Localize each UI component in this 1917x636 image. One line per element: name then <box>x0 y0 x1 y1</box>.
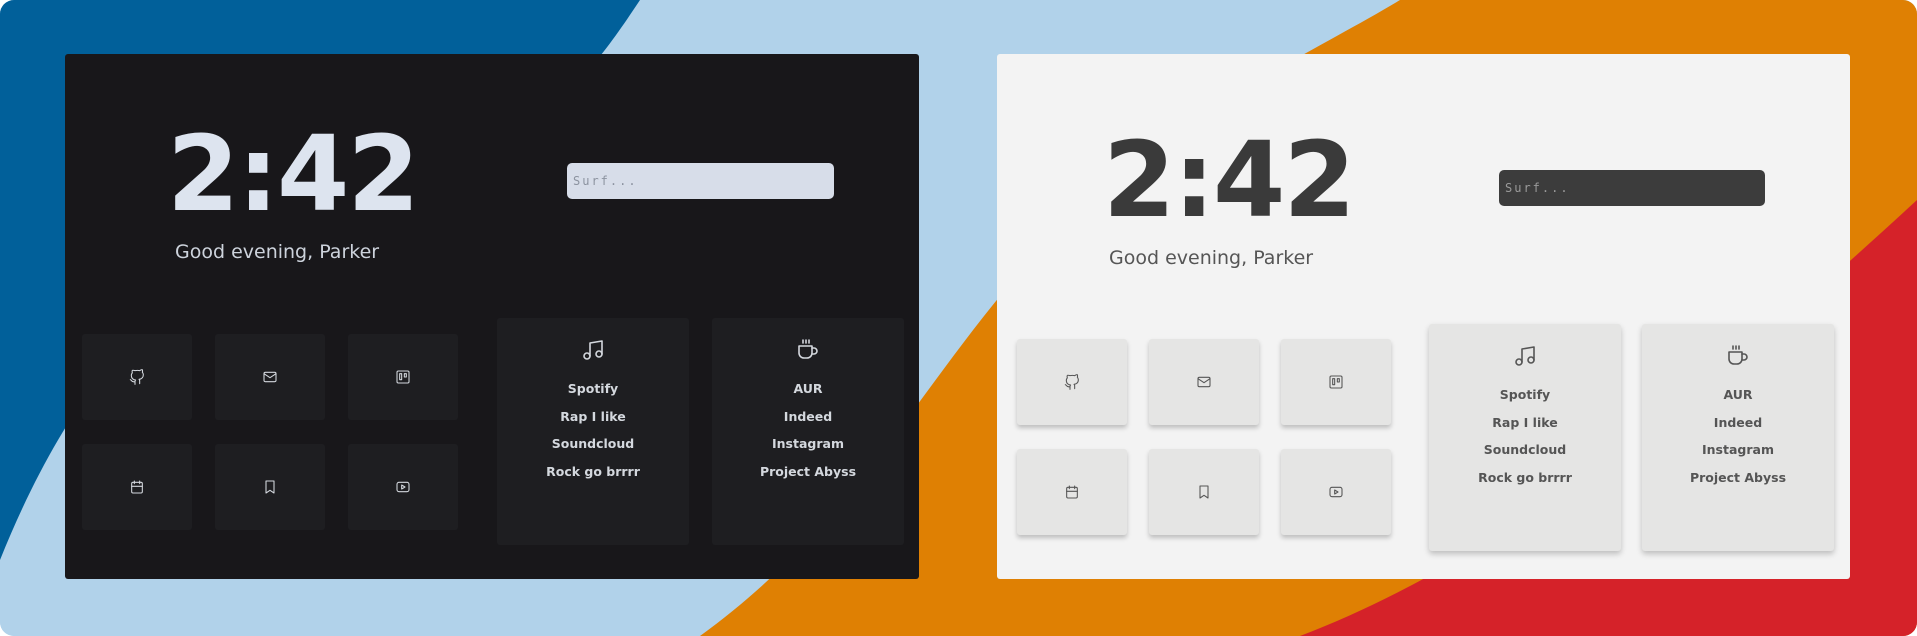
github-icon <box>129 369 144 385</box>
dark-theme-startpage: 2:42 Good evening, Parker Spotify Rap I … <box>65 54 919 579</box>
tile-calendar[interactable] <box>82 444 192 530</box>
bookmark-icon <box>1199 485 1209 499</box>
music-links-card: Spotify Rap I like Soundcloud Rock go br… <box>497 318 689 545</box>
search-input[interactable] <box>567 163 834 199</box>
tile-youtube[interactable] <box>1281 449 1391 535</box>
greeting: Good evening, Parker <box>175 241 380 263</box>
tile-mail[interactable] <box>1149 339 1259 425</box>
clock: 2:42 <box>167 113 420 235</box>
link-soundcloud[interactable]: Soundcloud <box>1429 436 1621 464</box>
music-links-card: Spotify Rap I like Soundcloud Rock go br… <box>1429 324 1621 551</box>
screenshot-frame: 2:42 Good evening, Parker Spotify Rap I … <box>0 0 1917 636</box>
search-input[interactable] <box>1499 170 1765 206</box>
link-rock-go-brrrr[interactable]: Rock go brrrr <box>497 458 689 486</box>
tile-github[interactable] <box>82 334 192 420</box>
light-theme-startpage: 2:42 Good evening, Parker Spotify Rap I … <box>997 54 1850 579</box>
youtube-icon <box>1329 486 1343 498</box>
link-soundcloud[interactable]: Soundcloud <box>497 430 689 458</box>
youtube-icon <box>396 481 410 493</box>
link-instagram[interactable]: Instagram <box>712 430 904 458</box>
link-aur[interactable]: AUR <box>712 375 904 403</box>
link-project-abyss[interactable]: Project Abyss <box>712 458 904 486</box>
trello-icon <box>396 370 410 384</box>
link-spotify[interactable]: Spotify <box>1429 381 1621 409</box>
link-rap-i-like[interactable]: Rap I like <box>497 403 689 431</box>
link-instagram[interactable]: Instagram <box>1642 436 1834 464</box>
tile-youtube[interactable] <box>348 444 458 530</box>
link-rap-i-like[interactable]: Rap I like <box>1429 409 1621 437</box>
mail-icon <box>263 371 277 383</box>
trello-icon <box>1329 375 1343 389</box>
link-spotify[interactable]: Spotify <box>497 375 689 403</box>
link-aur[interactable]: AUR <box>1642 381 1834 409</box>
clock: 2:42 <box>1103 119 1356 241</box>
music-icon <box>583 340 603 360</box>
dev-links-card: AUR Indeed Instagram Project Abyss <box>1642 324 1834 551</box>
dev-links-card: AUR Indeed Instagram Project Abyss <box>712 318 904 545</box>
greeting: Good evening, Parker <box>1109 247 1314 269</box>
link-rock-go-brrrr[interactable]: Rock go brrrr <box>1429 464 1621 492</box>
bookmark-icon <box>265 480 275 494</box>
calendar-icon <box>131 480 143 494</box>
link-project-abyss[interactable]: Project Abyss <box>1642 464 1834 492</box>
tile-bookmark[interactable] <box>1149 449 1259 535</box>
tile-trello[interactable] <box>348 334 458 420</box>
coffee-icon <box>1728 345 1748 365</box>
tile-bookmark[interactable] <box>215 444 325 530</box>
tile-github[interactable] <box>1017 339 1127 425</box>
tile-calendar[interactable] <box>1017 449 1127 535</box>
tile-trello[interactable] <box>1281 339 1391 425</box>
github-icon <box>1064 374 1079 390</box>
coffee-icon <box>798 339 818 359</box>
tile-mail[interactable] <box>215 334 325 420</box>
link-indeed[interactable]: Indeed <box>712 403 904 431</box>
music-icon <box>1515 346 1535 366</box>
mail-icon <box>1197 376 1211 388</box>
calendar-icon <box>1066 485 1078 499</box>
link-indeed[interactable]: Indeed <box>1642 409 1834 437</box>
